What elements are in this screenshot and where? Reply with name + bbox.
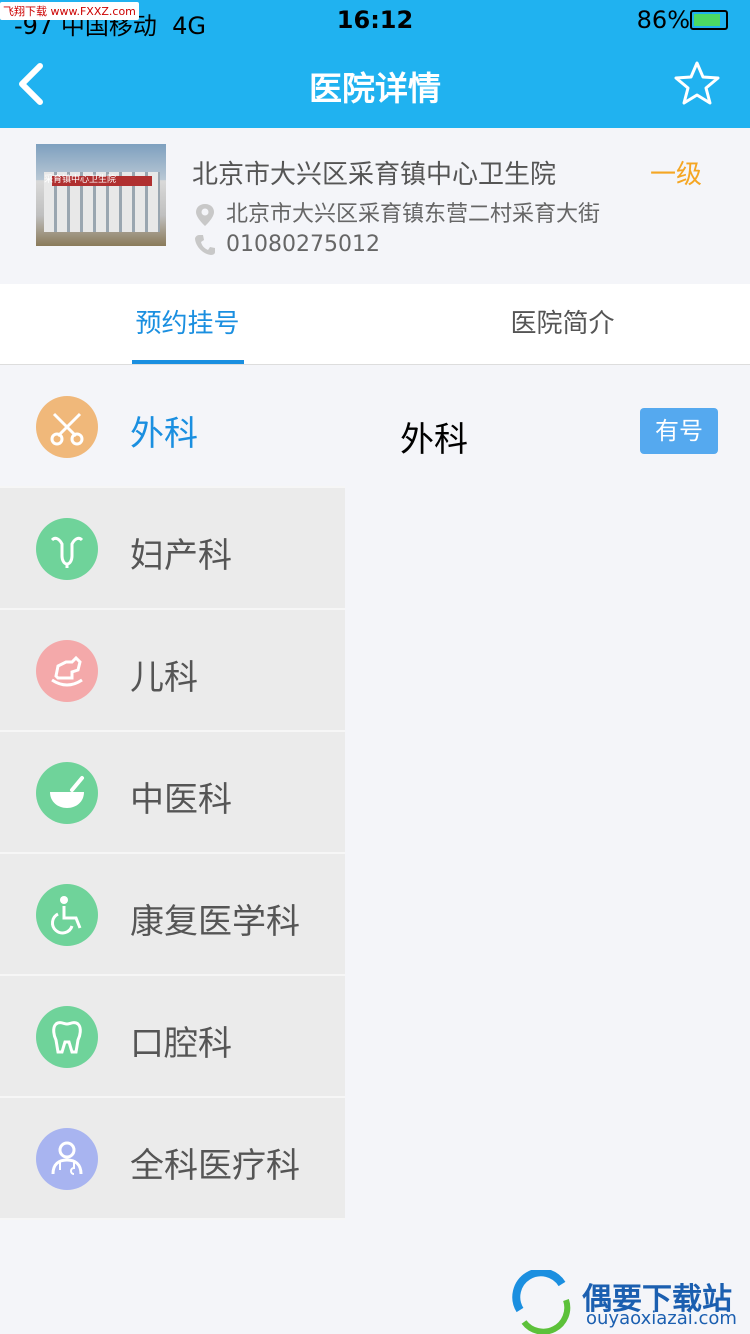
wheelchair-icon [36, 884, 98, 946]
tab-bar: 预约挂号 医院简介 [0, 284, 750, 365]
tooth-icon [36, 1006, 98, 1068]
department-item-obgyn[interactable]: 妇产科 [0, 488, 345, 610]
department-label: 儿科 [130, 658, 198, 698]
uterus-icon [36, 518, 98, 580]
scissors-icon [36, 396, 98, 458]
star-outline-icon [674, 61, 720, 105]
status-bar: -97 中国移动 4G 16:12 86% 飞翔下载 www.FXXZ.com [0, 0, 750, 40]
department-label: 全科医疗科 [130, 1146, 300, 1186]
hospital-card: 采育镇中心卫生院 北京市大兴区采育镇中心卫生院 一级 北京市大兴区采育镇东营二村… [0, 128, 750, 284]
tab-hospital-intro[interactable]: 医院简介 [375, 284, 750, 364]
department-item-pediatrics[interactable]: 儿科 [0, 610, 345, 732]
department-label: 妇产科 [130, 536, 232, 576]
hospital-level: 一级 [650, 160, 703, 190]
rocking-horse-icon [36, 640, 98, 702]
hospital-name: 北京市大兴区采育镇中心卫生院 [192, 160, 557, 190]
location-pin-icon [196, 204, 214, 226]
department-item-tcm[interactable]: 中医科 [0, 732, 345, 854]
photo-sign-text: 采育镇中心卫生院 [44, 175, 117, 185]
department-label: 口腔科 [130, 1024, 232, 1064]
watermark-logo: 偶要下载站 ouyaoxiazai.com [510, 1270, 750, 1334]
tab-active-indicator [132, 360, 244, 364]
watermark-text: 飞翔下载 www.FXXZ.com [0, 2, 139, 20]
phone-icon [195, 235, 215, 255]
department-item-dental[interactable]: 口腔科 [0, 976, 345, 1098]
battery-icon [690, 10, 728, 30]
watermark-logo-sub: ouyaoxiazai.com [586, 1308, 737, 1329]
department-item-general[interactable]: 全科医疗科 [0, 1098, 345, 1220]
globe-logo-icon [512, 1270, 571, 1334]
hospital-address[interactable]: 北京市大兴区采育镇东营二村采育大街 [194, 196, 600, 228]
availability-button[interactable]: 有号 [640, 408, 718, 454]
tab-appointment[interactable]: 预约挂号 [0, 284, 375, 364]
department-label: 中医科 [130, 780, 232, 820]
battery-percent: 86% [636, 6, 690, 34]
department-item-rehab[interactable]: 康复医学科 [0, 854, 345, 976]
department-label: 外科 [130, 414, 198, 454]
department-label: 康复医学科 [130, 902, 300, 942]
department-detail: 外科 有号 [345, 366, 750, 1216]
hospital-phone[interactable]: 01080275012 [194, 232, 380, 257]
department-item-surgery[interactable]: 外科 [0, 366, 345, 488]
department-detail-title: 外科 [400, 420, 468, 460]
mortar-bowl-icon [36, 762, 98, 824]
hospital-photo: 采育镇中心卫生院 [36, 144, 166, 246]
doctor-icon [36, 1128, 98, 1190]
page-title: 医院详情 [309, 69, 441, 108]
department-list: 外科 妇产科 儿科 中医科 康复医学科 口腔科 全科医疗科 [0, 366, 345, 1220]
favorite-button[interactable] [674, 60, 720, 106]
